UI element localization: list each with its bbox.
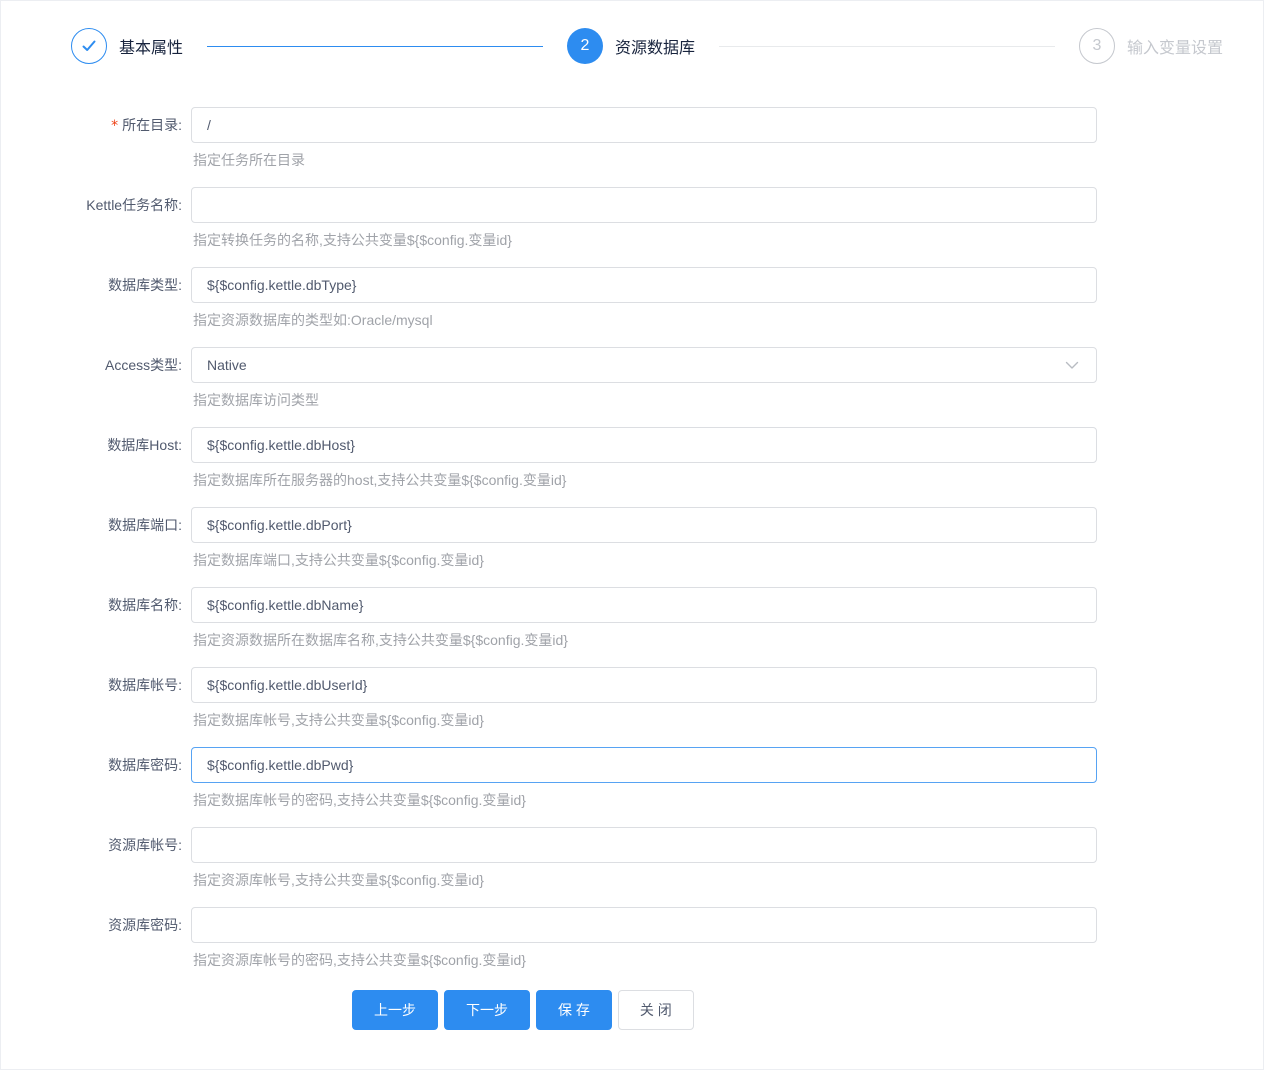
field-cell-directory: 指定任务所在目录: [191, 107, 1097, 170]
field-label-db-password: 数据库密码:: [1, 747, 191, 810]
form-row-repo-password: 资源库密码: 指定资源库帐号的密码,支持公共变量${$config.变量id}: [1, 907, 1263, 970]
close-button[interactable]: 关 闭: [617, 990, 694, 1030]
db-type-input[interactable]: [191, 267, 1097, 303]
access-type-selected-value: Native: [207, 357, 247, 373]
field-label-text: 资源库帐号:: [108, 837, 182, 853]
required-asterisk: *: [111, 118, 119, 134]
field-label-text: 数据库端口:: [108, 517, 182, 533]
form-row-kettle-task-name: Kettle任务名称: 指定转换任务的名称,支持公共变量${$config.变量i…: [1, 187, 1263, 250]
field-label-text: 所在目录:: [122, 117, 182, 133]
field-label-access-type: Access类型:: [1, 347, 191, 410]
kettle-task-wizard-page: 基本属性2资源数据库3输入变量设置 *所在目录:指定任务所在目录Kettle任务…: [0, 0, 1264, 1070]
field-hint-db-password: 指定数据库帐号的密码,支持公共变量${$config.变量id}: [193, 792, 526, 808]
prev-step-button[interactable]: 上一步: [352, 990, 438, 1030]
field-label-db-user: 数据库帐号:: [1, 667, 191, 730]
step-variables: 3 输入变量设置: [1079, 28, 1223, 64]
field-cell-access-type: Native 指定数据库访问类型: [191, 347, 1097, 410]
next-step-button[interactable]: 下一步: [444, 990, 530, 1030]
field-label-text: 数据库帐号:: [108, 677, 182, 693]
repo-user-input[interactable]: [191, 827, 1097, 863]
field-hint-directory: 指定任务所在目录: [193, 152, 305, 168]
form-row-repo-user: 资源库帐号: 指定资源库帐号,支持公共变量${$config.变量id}: [1, 827, 1263, 890]
db-password-input[interactable]: [191, 747, 1097, 783]
field-label-db-port: 数据库端口:: [1, 507, 191, 570]
task-form: *所在目录:指定任务所在目录Kettle任务名称:指定转换任务的名称,支持公共变…: [1, 107, 1263, 970]
step-connector: [207, 45, 543, 47]
steps-bar: 基本属性 2 资源数据库 3 输入变量设置: [71, 28, 1223, 64]
field-label-text: 资源库密码:: [108, 917, 182, 933]
field-label-text: 数据库Host:: [107, 437, 182, 453]
step-label-variables: 输入变量设置: [1127, 40, 1224, 57]
step-number-resource: 2: [567, 28, 603, 64]
db-user-input[interactable]: [191, 667, 1097, 703]
field-hint-db-type: 指定资源数据库的类型如:Oracle/mysql: [193, 312, 433, 328]
form-row-db-name: 数据库名称: 指定资源数据所在数据库名称,支持公共变量${$config.变量id…: [1, 587, 1263, 650]
footer-buttons: 上一步 下一步保 存关 闭: [352, 990, 1263, 1030]
step-resource: 2 资源数据库: [567, 28, 695, 64]
field-label-directory: * 所在目录:: [1, 107, 191, 170]
form-row-db-user: 数据库帐号: 指定数据库帐号,支持公共变量${$config.变量id}: [1, 667, 1263, 730]
field-label-db-type: 数据库类型:: [1, 267, 191, 330]
db-port-input[interactable]: [191, 507, 1097, 543]
repo-password-input[interactable]: [191, 907, 1097, 943]
field-label-db-name: 数据库名称:: [1, 587, 191, 650]
db-host-input[interactable]: [191, 427, 1097, 463]
form-row-db-port: 数据库端口: 指定数据库端口,支持公共变量${$config.变量id}: [1, 507, 1263, 570]
field-hint-db-host: 指定数据库所在服务器的host,支持公共变量${$config.变量id}: [193, 472, 567, 488]
field-cell-repo-user: 指定资源库帐号,支持公共变量${$config.变量id}: [191, 827, 1097, 890]
db-name-input[interactable]: [191, 587, 1097, 623]
field-hint-db-user: 指定数据库帐号,支持公共变量${$config.变量id}: [193, 712, 484, 728]
directory-input[interactable]: [191, 107, 1097, 143]
field-cell-db-name: 指定资源数据所在数据库名称,支持公共变量${$config.变量id}: [191, 587, 1097, 650]
form-row-db-type: 数据库类型: 指定资源数据库的类型如:Oracle/mysql: [1, 267, 1263, 330]
form-row-directory: *所在目录:指定任务所在目录: [1, 107, 1263, 170]
save-button[interactable]: 保 存: [536, 990, 612, 1030]
field-hint-access-type: 指定数据库访问类型: [193, 392, 319, 408]
field-cell-db-password: 指定数据库帐号的密码,支持公共变量${$config.变量id}: [191, 747, 1097, 810]
field-label-text: Kettle任务名称:: [86, 197, 182, 213]
field-cell-db-type: 指定资源数据库的类型如:Oracle/mysql: [191, 267, 1097, 330]
field-cell-db-host: 指定数据库所在服务器的host,支持公共变量${$config.变量id}: [191, 427, 1097, 490]
step-label-basic: 基本属性: [119, 40, 184, 57]
form-row-db-password: 数据库密码: 指定数据库帐号的密码,支持公共变量${$config.变量id}: [1, 747, 1263, 810]
form-row-db-host: 数据库Host: 指定数据库所在服务器的host,支持公共变量${$config.…: [1, 427, 1263, 490]
chevron-down-icon: [1065, 361, 1079, 370]
step-label-resource: 资源数据库: [615, 40, 696, 57]
field-label-text: 数据库类型:: [108, 277, 182, 293]
field-label-repo-user: 资源库帐号:: [1, 827, 191, 890]
form-row-access-type: Access类型: Native 指定数据库访问类型: [1, 347, 1263, 410]
field-hint-db-port: 指定数据库端口,支持公共变量${$config.变量id}: [193, 552, 484, 568]
field-label-db-host: 数据库Host:: [1, 427, 191, 490]
field-label-text: 数据库名称:: [108, 597, 182, 613]
field-cell-db-user: 指定数据库帐号,支持公共变量${$config.变量id}: [191, 667, 1097, 730]
field-label-kettle-task-name: Kettle任务名称:: [1, 187, 191, 250]
field-label-text: Access类型:: [104, 357, 182, 373]
field-hint-db-name: 指定资源数据所在数据库名称,支持公共变量${$config.变量id}: [193, 632, 568, 648]
field-hint-repo-password: 指定资源库帐号的密码,支持公共变量${$config.变量id}: [193, 952, 526, 968]
step-number-variables: 3: [1079, 28, 1115, 64]
step-connector: [719, 45, 1055, 47]
field-hint-repo-user: 指定资源库帐号,支持公共变量${$config.变量id}: [193, 872, 484, 888]
field-cell-repo-password: 指定资源库帐号的密码,支持公共变量${$config.变量id}: [191, 907, 1097, 970]
field-label-repo-password: 资源库密码:: [1, 907, 191, 970]
kettle-task-name-input[interactable]: [191, 187, 1097, 223]
access-type-select[interactable]: Native: [191, 347, 1097, 383]
field-hint-kettle-task-name: 指定转换任务的名称,支持公共变量${$config.变量id}: [193, 232, 512, 248]
field-cell-kettle-task-name: 指定转换任务的名称,支持公共变量${$config.变量id}: [191, 187, 1097, 250]
check-icon: [71, 28, 107, 64]
step-basic: 基本属性: [71, 28, 183, 64]
field-cell-db-port: 指定数据库端口,支持公共变量${$config.变量id}: [191, 507, 1097, 570]
field-label-text: 数据库密码:: [108, 757, 182, 773]
